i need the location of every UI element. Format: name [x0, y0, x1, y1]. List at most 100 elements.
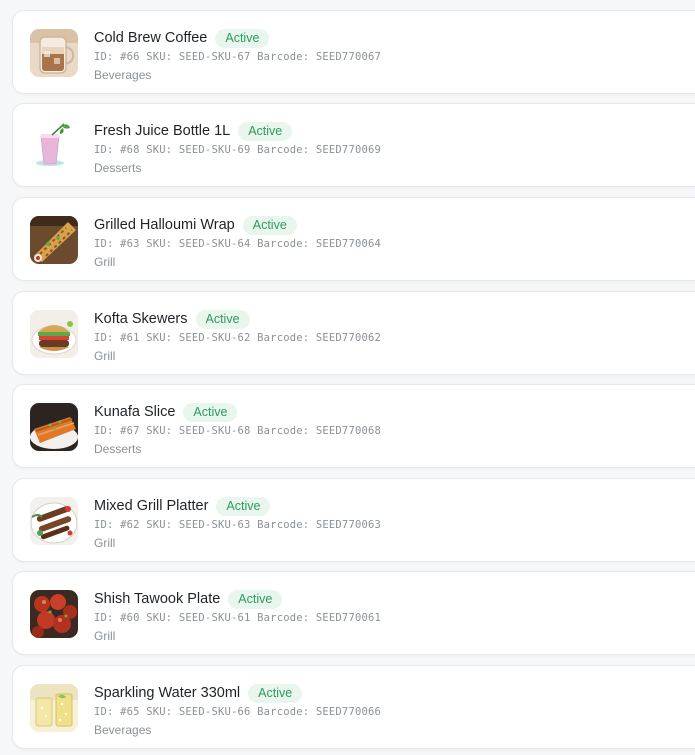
- id-prefix: ID:: [94, 706, 114, 718]
- product-info: Mixed Grill Platter Active ID: #62 SKU: …: [94, 496, 695, 550]
- kunafa-slice-image: [30, 403, 78, 451]
- status-badge: Active: [228, 589, 283, 609]
- product-info: Kofta Skewers Active ID: #61 SKU: SEED-S…: [94, 309, 695, 363]
- product-name: Kofta Skewers: [94, 311, 188, 327]
- product-meta: ID: #66 SKU: SEED-SKU-67 Barcode: SEED77…: [94, 51, 695, 65]
- id-prefix: ID:: [94, 612, 114, 624]
- product-meta: ID: #61 SKU: SEED-SKU-62 Barcode: SEED77…: [94, 332, 695, 346]
- product-sku: SEED-SKU-69: [178, 144, 251, 156]
- product-barcode: SEED770066: [315, 706, 382, 718]
- product-name: Shish Tawook Plate: [94, 591, 221, 607]
- mixed-grill-image: [30, 497, 78, 545]
- id-prefix: ID:: [94, 51, 114, 63]
- barcode-prefix: Barcode:: [257, 332, 310, 344]
- product-sku: SEED-SKU-62: [178, 332, 251, 344]
- product-meta: ID: #67 SKU: SEED-SKU-68 Barcode: SEED77…: [94, 425, 695, 439]
- product-id: #61: [120, 332, 140, 344]
- product-info: Shish Tawook Plate Active ID: #60 SKU: S…: [94, 589, 695, 643]
- sku-prefix: SKU:: [146, 519, 173, 531]
- id-prefix: ID:: [94, 519, 114, 531]
- product-id: #66: [120, 51, 140, 63]
- sku-prefix: SKU:: [146, 144, 173, 156]
- product-info: Grilled Halloumi Wrap Active ID: #63 SKU…: [94, 215, 695, 269]
- product-category: Grill: [94, 536, 116, 550]
- barcode-prefix: Barcode:: [257, 238, 310, 250]
- product-sku: SEED-SKU-64: [178, 238, 251, 250]
- product-id: #65: [120, 706, 140, 718]
- sku-prefix: SKU:: [146, 238, 173, 250]
- product-category: Desserts: [94, 442, 142, 456]
- product-category: Desserts: [94, 161, 142, 175]
- product-meta: ID: #62 SKU: SEED-SKU-63 Barcode: SEED77…: [94, 519, 695, 533]
- product-card[interactable]: Mixed Grill Platter Active ID: #62 SKU: …: [12, 478, 695, 562]
- product-card[interactable]: Sparkling Water 330ml Active ID: #65 SKU…: [12, 665, 695, 749]
- product-meta: ID: #68 SKU: SEED-SKU-69 Barcode: SEED77…: [94, 144, 695, 158]
- product-category: Grill: [94, 255, 116, 269]
- product-category: Beverages: [94, 68, 152, 82]
- barcode-prefix: Barcode:: [257, 519, 310, 531]
- kofta-skewers-image: [30, 310, 78, 358]
- product-info: Sparkling Water 330ml Active ID: #65 SKU…: [94, 683, 695, 737]
- product-sku: SEED-SKU-67: [178, 51, 251, 63]
- product-id: #63: [120, 238, 140, 250]
- product-sku: SEED-SKU-68: [178, 425, 251, 437]
- product-id: #68: [120, 144, 140, 156]
- product-id: #67: [120, 425, 140, 437]
- product-barcode: SEED770069: [315, 144, 382, 156]
- product-list: Cold Brew Coffee Active ID: #66 SKU: SEE…: [0, 0, 695, 755]
- id-prefix: ID:: [94, 144, 114, 156]
- product-name: Cold Brew Coffee: [94, 30, 208, 46]
- barcode-prefix: Barcode:: [257, 144, 310, 156]
- barcode-prefix: Barcode:: [257, 706, 310, 718]
- status-badge: Active: [248, 683, 303, 703]
- product-barcode: SEED770061: [315, 612, 382, 624]
- product-barcode: SEED770067: [315, 51, 382, 63]
- product-name: Kunafa Slice: [94, 404, 176, 420]
- product-barcode: SEED770063: [315, 519, 382, 531]
- product-card[interactable]: Fresh Juice Bottle 1L Active ID: #68 SKU…: [12, 103, 695, 187]
- product-card[interactable]: Cold Brew Coffee Active ID: #66 SKU: SEE…: [12, 10, 695, 94]
- barcode-prefix: Barcode:: [257, 612, 310, 624]
- product-sku: SEED-SKU-66: [178, 706, 251, 718]
- status-badge: Active: [195, 309, 250, 329]
- product-barcode: SEED770062: [315, 332, 382, 344]
- product-category: Grill: [94, 349, 116, 363]
- barcode-prefix: Barcode:: [257, 51, 310, 63]
- barcode-prefix: Barcode:: [257, 425, 310, 437]
- status-badge: Active: [216, 496, 271, 516]
- product-meta: ID: #65 SKU: SEED-SKU-66 Barcode: SEED77…: [94, 706, 695, 720]
- product-card[interactable]: Kunafa Slice Active ID: #67 SKU: SEED-SK…: [12, 384, 695, 468]
- product-name: Fresh Juice Bottle 1L: [94, 123, 231, 139]
- product-category: Grill: [94, 629, 116, 643]
- product-sku: SEED-SKU-61: [178, 612, 251, 624]
- sku-prefix: SKU:: [146, 332, 173, 344]
- product-info: Fresh Juice Bottle 1L Active ID: #68 SKU…: [94, 121, 695, 175]
- product-name: Grilled Halloumi Wrap: [94, 217, 235, 233]
- status-badge: Active: [215, 28, 270, 48]
- status-badge: Active: [183, 402, 238, 422]
- halloumi-wrap-image: [30, 216, 78, 264]
- shish-tawook-image: [30, 590, 78, 638]
- sku-prefix: SKU:: [146, 425, 173, 437]
- product-category: Beverages: [94, 723, 152, 737]
- id-prefix: ID:: [94, 425, 114, 437]
- id-prefix: ID:: [94, 238, 114, 250]
- product-card[interactable]: Grilled Halloumi Wrap Active ID: #63 SKU…: [12, 197, 695, 281]
- sku-prefix: SKU:: [146, 612, 173, 624]
- id-prefix: ID:: [94, 332, 114, 344]
- product-meta: ID: #60 SKU: SEED-SKU-61 Barcode: SEED77…: [94, 612, 695, 626]
- product-card[interactable]: Kofta Skewers Active ID: #61 SKU: SEED-S…: [12, 291, 695, 375]
- product-meta: ID: #63 SKU: SEED-SKU-64 Barcode: SEED77…: [94, 238, 695, 252]
- status-badge: Active: [238, 121, 293, 141]
- cold-brew-coffee-image: [30, 29, 78, 77]
- product-info: Kunafa Slice Active ID: #67 SKU: SEED-SK…: [94, 402, 695, 456]
- product-barcode: SEED770064: [315, 238, 382, 250]
- fresh-juice-image: [30, 122, 78, 170]
- product-name: Sparkling Water 330ml: [94, 685, 241, 701]
- product-sku: SEED-SKU-63: [178, 519, 251, 531]
- product-card[interactable]: Shish Tawook Plate Active ID: #60 SKU: S…: [12, 571, 695, 655]
- product-info: Cold Brew Coffee Active ID: #66 SKU: SEE…: [94, 28, 695, 82]
- product-id: #62: [120, 519, 140, 531]
- sku-prefix: SKU:: [146, 706, 173, 718]
- product-name: Mixed Grill Platter: [94, 498, 209, 514]
